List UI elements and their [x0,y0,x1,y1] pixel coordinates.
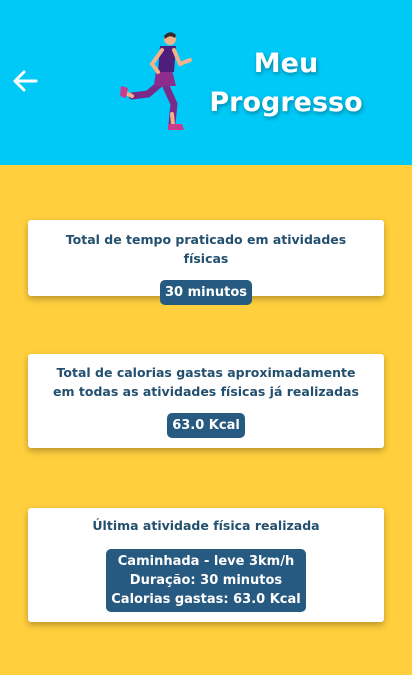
page-title-line2: Progresso [209,87,363,118]
last-activity-duration: Duração: 30 minutos [129,573,283,588]
last-activity-calories: Calorias gastas: 63.0 Kcal [111,592,301,607]
runner-illustration [120,32,192,130]
arrow-left-icon [13,70,38,92]
total-time-value: 30 minutos [159,280,252,305]
page-title: Meu Progresso [200,44,372,122]
app-header: Meu Progresso [0,0,412,165]
total-calories-value: 63.0 Kcal [167,413,245,438]
back-button[interactable] [10,66,40,96]
page-title-line1: Meu [253,48,319,79]
last-activity-label: Última atividade física realizada [92,518,320,533]
last-activity-type: Caminhada - leve 3km/h [117,554,295,569]
total-calories-label: Total de calorias gastas aproximadamente… [53,365,359,399]
last-activity-card: Última atividade física realizada Caminh… [28,508,384,622]
last-activity-details: Caminhada - leve 3km/h Duração: 30 minut… [106,549,306,612]
total-time-label: Total de tempo praticado em atividades f… [65,232,347,266]
total-calories-card: Total de calorias gastas aproximadamente… [28,354,384,448]
total-time-card: Total de tempo praticado em atividades f… [28,220,384,305]
